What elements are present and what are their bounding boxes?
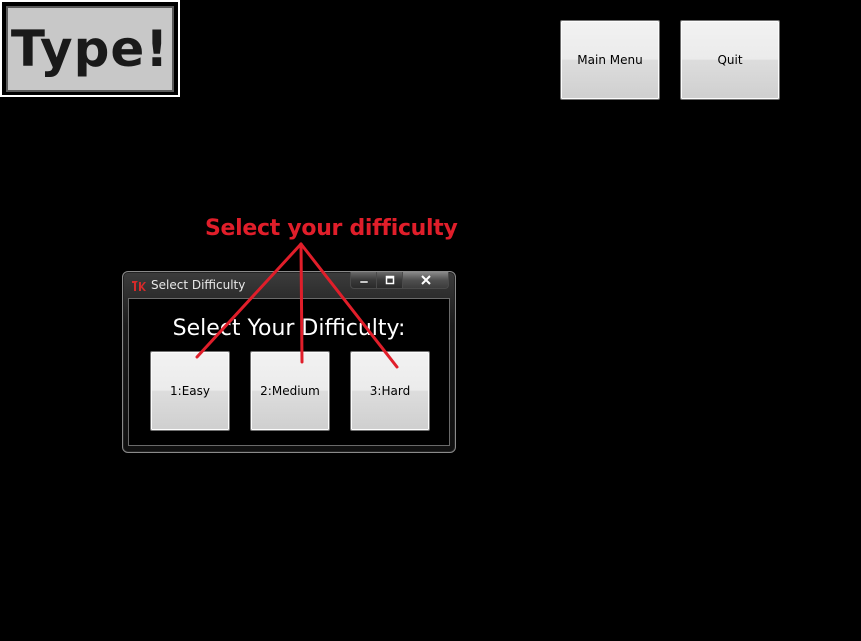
tk-feather-icon xyxy=(132,281,146,291)
quit-button[interactable]: Quit xyxy=(680,20,780,100)
medium-button[interactable]: 2:Medium xyxy=(250,351,330,431)
dialog-client-area: Select Your Difficulty: 1:Easy 2:Medium … xyxy=(128,298,450,446)
annotation-label: Select your difficulty xyxy=(205,216,458,241)
maximize-icon xyxy=(385,275,394,285)
easy-button[interactable]: 1:Easy xyxy=(150,351,230,431)
app-window: Type! Main Menu Quit Select Difficulty S… xyxy=(0,0,861,641)
dialog-title: Select Difficulty xyxy=(151,278,246,292)
minimize-button[interactable] xyxy=(350,272,377,289)
select-difficulty-dialog: Select Difficulty Select Your Difficulty… xyxy=(122,271,456,453)
dialog-titlebar[interactable]: Select Difficulty xyxy=(123,272,455,298)
logo-text: Type! xyxy=(10,20,170,78)
logo: Type! xyxy=(6,6,174,92)
logo-frame: Type! xyxy=(0,0,180,97)
hard-button[interactable]: 3:Hard xyxy=(350,351,430,431)
dialog-heading: Select Your Difficulty: xyxy=(172,316,406,341)
main-menu-button[interactable]: Main Menu xyxy=(560,20,660,100)
minimize-icon xyxy=(359,280,368,284)
window-controls xyxy=(350,272,449,290)
maximize-button[interactable] xyxy=(377,272,403,289)
close-icon xyxy=(420,275,431,285)
close-button[interactable] xyxy=(403,272,449,289)
